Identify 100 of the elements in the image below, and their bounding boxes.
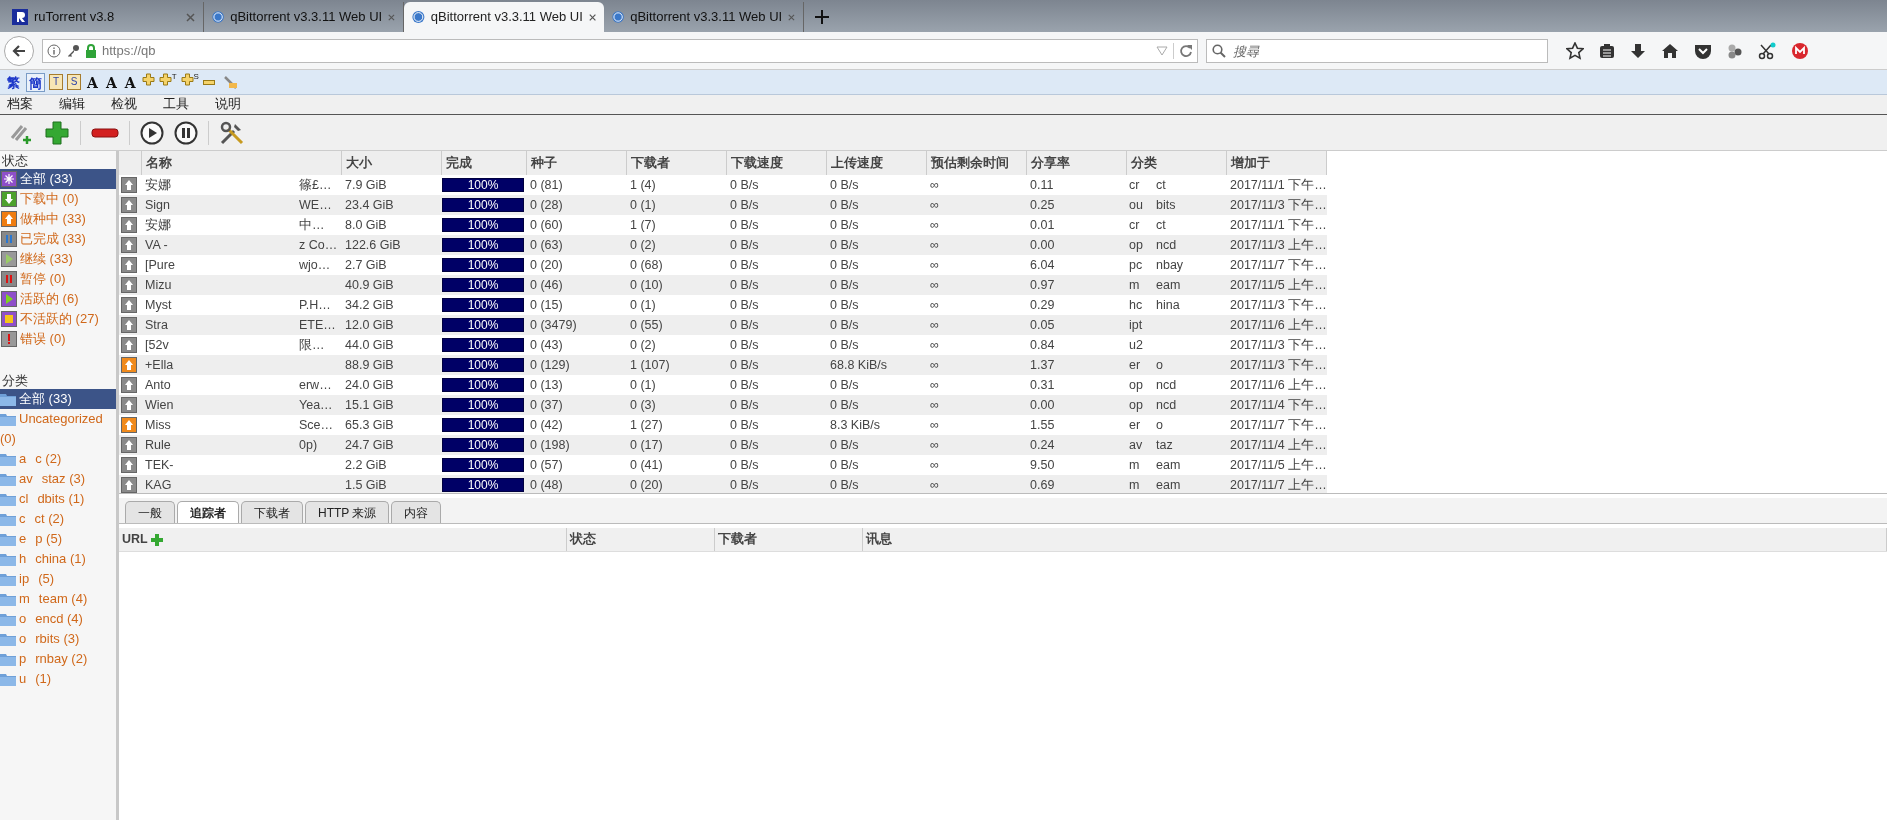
table-cell: 1.55 bbox=[1026, 415, 1126, 435]
spheres-icon[interactable] bbox=[1727, 42, 1743, 59]
table-cell: 0 (63) bbox=[526, 235, 626, 255]
table-cell-text: m bbox=[1128, 276, 1141, 294]
table-cell: 2017/11/3 下午… bbox=[1226, 335, 1327, 355]
close-icon[interactable] bbox=[186, 12, 195, 22]
detail-tab[interactable]: 追踪者 bbox=[177, 501, 239, 523]
table-cell: 0 (10) bbox=[626, 275, 726, 295]
status-filter-item[interactable]: 全部 (33) bbox=[0, 169, 116, 189]
close-icon[interactable] bbox=[588, 12, 596, 22]
reload-icon[interactable] bbox=[1179, 43, 1193, 58]
category-filter-item[interactable]: u (1) bbox=[0, 669, 116, 689]
table-cell: 0 (41) bbox=[626, 455, 726, 475]
table-cell-text: eam bbox=[1156, 456, 1181, 474]
detail-tab[interactable]: HTTP 来源 bbox=[305, 501, 390, 523]
progress-label: 100% bbox=[466, 479, 500, 491]
scissors-icon[interactable] bbox=[1758, 41, 1776, 60]
add-button[interactable]: T bbox=[158, 72, 177, 92]
chinese-convert-button[interactable]: 繁 bbox=[5, 72, 22, 92]
detail-tab[interactable]: 一般 bbox=[125, 501, 175, 523]
table-cell: 0 B/s bbox=[726, 175, 826, 195]
new-tab-icon[interactable] bbox=[814, 9, 830, 25]
status-filter-item[interactable]: 已完成 (33) bbox=[0, 229, 116, 249]
pocket-icon[interactable] bbox=[1694, 42, 1712, 59]
sparkle-icon bbox=[1, 171, 17, 187]
status-filter-item[interactable]: 不活跃的 (27) bbox=[0, 309, 116, 329]
clipboard-button[interactable]: S bbox=[67, 74, 81, 90]
table-cell-text: op bbox=[1128, 396, 1144, 414]
close-icon[interactable] bbox=[788, 12, 795, 22]
status-filter-item[interactable]: 做种中 (33) bbox=[0, 209, 116, 229]
search-field[interactable]: 搜尋 bbox=[1206, 39, 1548, 63]
mega-icon[interactable] bbox=[1791, 41, 1809, 60]
round-logo-icon bbox=[612, 9, 625, 25]
table-cell: 2017/11/7 下午… bbox=[1226, 415, 1327, 435]
address-field[interactable]: https://qb bbox=[42, 38, 1198, 63]
category-filter-item[interactable]: cl dbits (1) bbox=[0, 489, 116, 509]
settings-icon[interactable] bbox=[219, 119, 245, 146]
progress-label: 100% bbox=[466, 219, 500, 231]
table-cell: 0 (15) bbox=[526, 295, 626, 315]
menu-item[interactable]: 工具 bbox=[158, 95, 194, 114]
table-cell-text: 0p) bbox=[299, 436, 318, 454]
column-header[interactable]: 状态 bbox=[570, 530, 596, 549]
table-cell: 0 (20) bbox=[626, 475, 726, 493]
category-filter-item[interactable]: 全部 (33) bbox=[0, 389, 116, 409]
menu-item[interactable]: 档案 bbox=[2, 95, 38, 114]
remove-icon[interactable] bbox=[91, 125, 119, 140]
browser-tab[interactable]: qBittorrent v3.3.11 Web UI bbox=[404, 2, 604, 32]
category-filter-item[interactable]: ip (5) bbox=[0, 569, 116, 589]
font-size-button[interactable]: A bbox=[122, 72, 138, 92]
table-cell: 0.01 bbox=[1026, 215, 1126, 235]
lock-icon bbox=[85, 43, 97, 58]
back-button[interactable] bbox=[4, 35, 34, 66]
add-icon[interactable] bbox=[149, 532, 164, 547]
clipboard-button[interactable]: T bbox=[49, 74, 63, 90]
column-header[interactable]: 讯息 bbox=[866, 530, 892, 549]
table-cell: 1 (7) bbox=[626, 215, 726, 235]
column-header[interactable]: 下载者 bbox=[718, 530, 757, 549]
status-filter-item[interactable]: 错误 (0) bbox=[0, 329, 116, 349]
table-cell: ∞ bbox=[926, 275, 1026, 295]
status-filter-item[interactable]: 暂停 (0) bbox=[0, 269, 116, 289]
pause-icon[interactable] bbox=[174, 120, 198, 145]
table-cell: 2017/11/5 上午… bbox=[1226, 455, 1327, 475]
detail-tab[interactable]: 内容 bbox=[391, 501, 442, 523]
add-button[interactable]: S bbox=[180, 72, 199, 92]
reading-list-icon[interactable] bbox=[1599, 42, 1615, 59]
category-filter-item[interactable]: o encd (4) bbox=[0, 609, 116, 629]
category-filter-item[interactable]: m team (4) bbox=[0, 589, 116, 609]
table-cell: ∞ bbox=[926, 255, 1026, 275]
column-header[interactable]: URL bbox=[122, 530, 148, 549]
category-filter-item[interactable]: o rbits (3) bbox=[0, 629, 116, 649]
detail-tab[interactable]: 下载者 bbox=[241, 501, 303, 523]
star-icon[interactable] bbox=[1566, 41, 1584, 60]
table-cell-text: ETE… bbox=[299, 316, 336, 334]
status-filter-item[interactable]: 活跃的 (6) bbox=[0, 289, 116, 309]
category-filter-item[interactable]: av staz (3) bbox=[0, 469, 116, 489]
table-cell-text: pc bbox=[1128, 256, 1144, 274]
play-icon[interactable] bbox=[140, 120, 164, 145]
add-icon[interactable] bbox=[44, 119, 70, 146]
table-cell: 0 (129) bbox=[526, 355, 626, 375]
font-size-button[interactable]: A bbox=[103, 72, 119, 92]
table-cell-text: ct bbox=[1156, 216, 1166, 234]
status-filter-item[interactable]: 下载中 (0) bbox=[0, 189, 116, 209]
chinese-convert-button[interactable]: 簡 bbox=[26, 72, 45, 92]
menu-item[interactable]: 编辑 bbox=[54, 95, 90, 114]
menu-item[interactable]: 检视 bbox=[106, 95, 142, 114]
category-filter-item[interactable]: p rnbay (2) bbox=[0, 649, 116, 669]
category-filter-item[interactable]: h china (1) bbox=[0, 549, 116, 569]
download-icon[interactable] bbox=[1630, 42, 1646, 59]
menu-item[interactable]: 说明 bbox=[210, 95, 246, 114]
table-cell: 0 B/s bbox=[826, 435, 926, 455]
category-filter-item[interactable]: Uncategorized (0) bbox=[0, 409, 116, 449]
status-filter-item[interactable]: 继续 (33) bbox=[0, 249, 116, 269]
table-cell: 65.3 GiB bbox=[341, 415, 441, 435]
superscript-label: T bbox=[171, 72, 177, 81]
home-icon[interactable] bbox=[1661, 42, 1679, 59]
font-size-button[interactable]: A bbox=[85, 72, 100, 92]
category-filter-item[interactable]: c ct (2) bbox=[0, 509, 116, 529]
close-icon[interactable] bbox=[388, 12, 395, 22]
category-filter-item[interactable]: a c (2) bbox=[0, 449, 116, 469]
category-filter-item[interactable]: e p (5) bbox=[0, 529, 116, 549]
